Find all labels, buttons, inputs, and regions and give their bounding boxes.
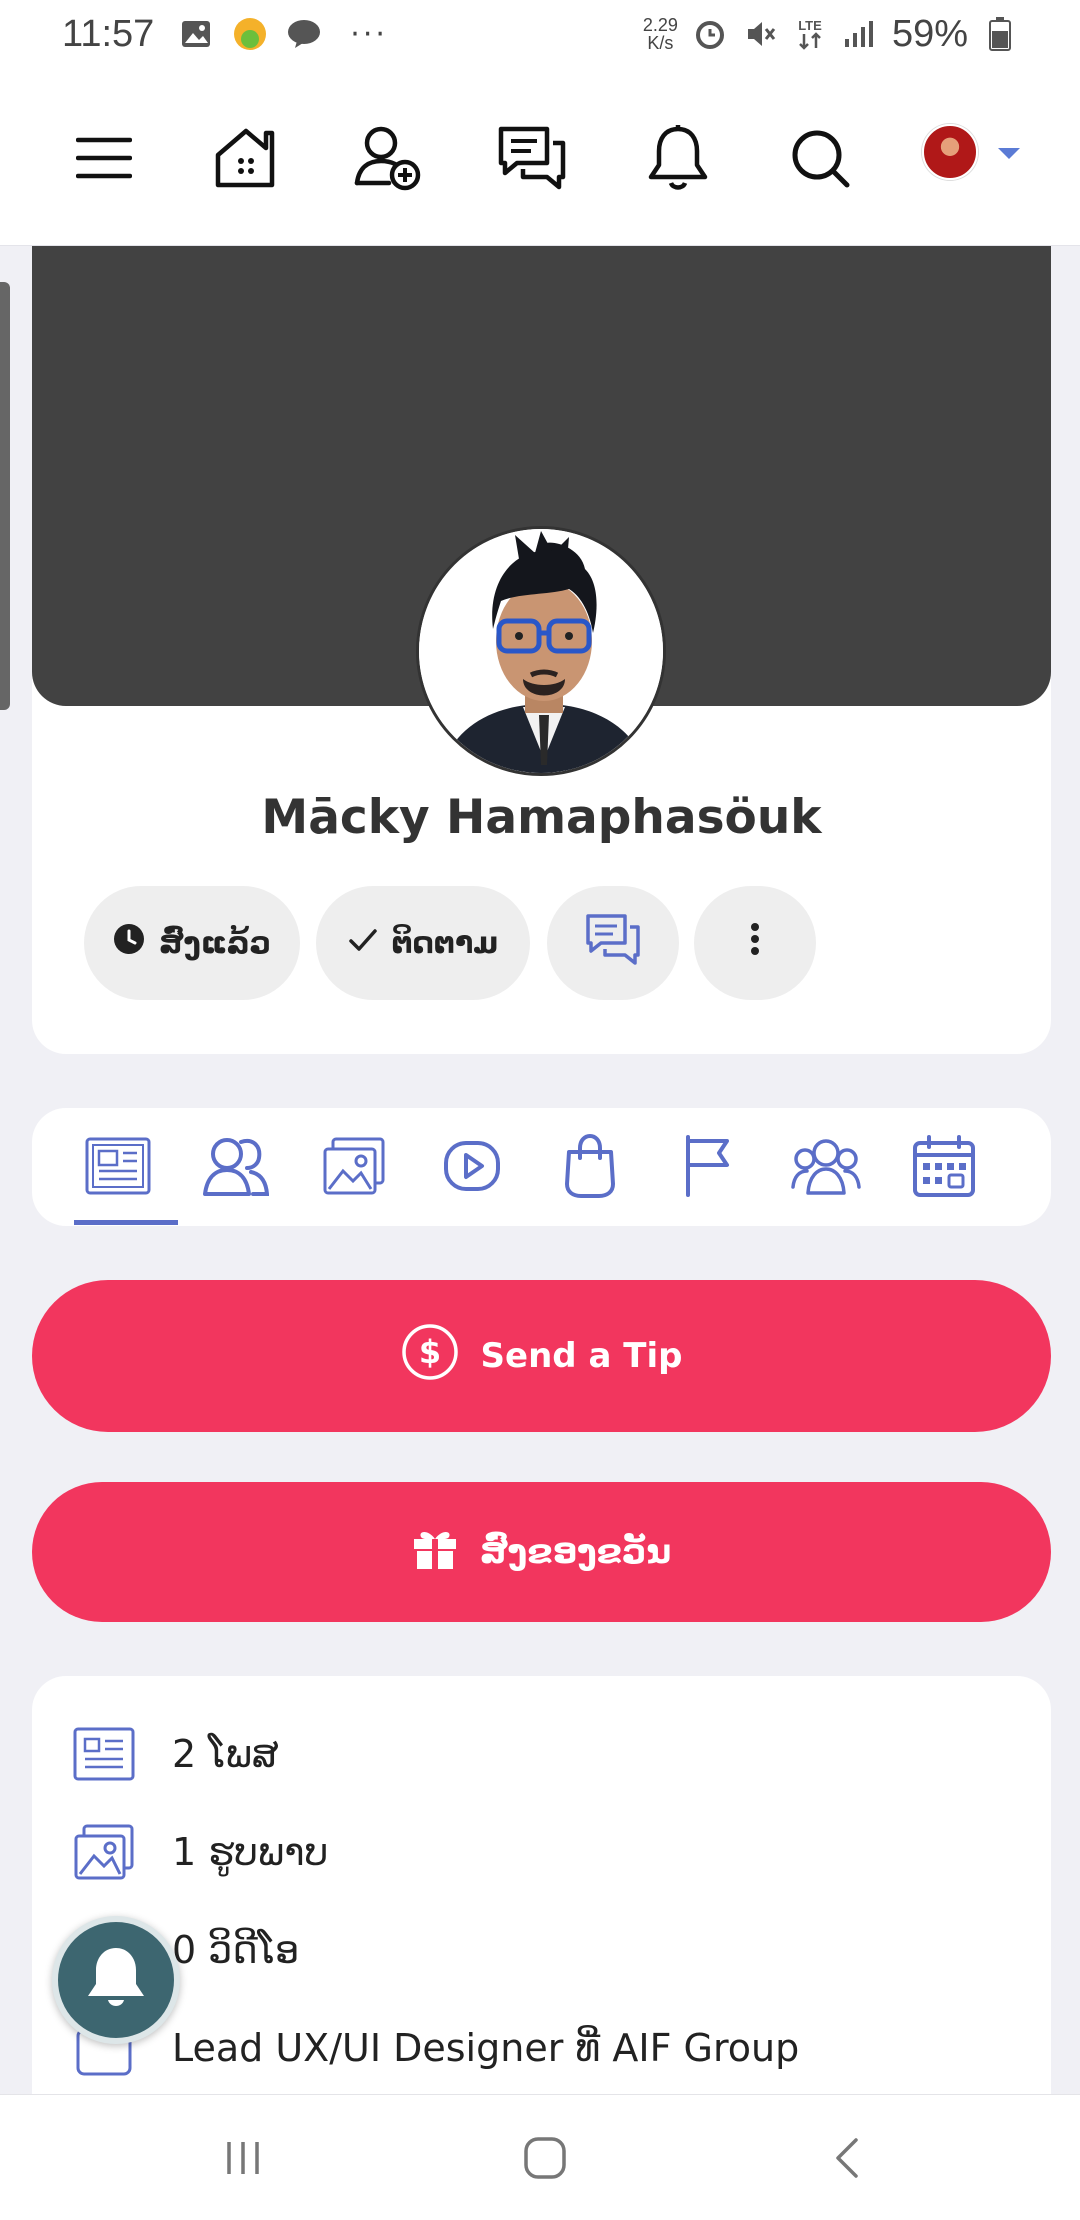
send-gift-button[interactable]: ສົ່ງຂອງຂວັນ: [32, 1482, 1051, 1622]
home-button-icon[interactable]: [510, 2123, 580, 2193]
shop-icon[interactable]: [554, 1130, 626, 1202]
active-tab-indicator: [74, 1220, 178, 1225]
follow-label: ຕິດຕາມ: [391, 925, 499, 961]
system-status: 2.29 K/s LTE 59%: [643, 13, 1018, 56]
job-row: Lead UX/UI Designer ທີ່ AIF Group: [72, 2016, 799, 2080]
bell-icon: [84, 1944, 148, 2016]
posts-count-row: 2 ໂພສ: [72, 1722, 279, 1786]
mute-icon: [742, 16, 778, 52]
events-icon[interactable]: [908, 1130, 980, 1202]
notification-icons: ···: [178, 16, 388, 52]
search-icon[interactable]: [782, 120, 858, 196]
message-button[interactable]: [547, 886, 679, 1000]
avatar[interactable]: [922, 124, 978, 180]
job-title: Lead UX/UI Designer ທີ່ AIF Group: [172, 2026, 800, 2070]
scroll-indicator[interactable]: [0, 282, 10, 710]
profile-avatar[interactable]: [416, 526, 666, 776]
status-bar: 11:57 ··· 2.29 K/s LTE 59%: [0, 0, 1080, 68]
more-notifications: ···: [350, 16, 388, 52]
recent-apps-icon[interactable]: [208, 2123, 278, 2193]
home-icon[interactable]: [208, 120, 284, 196]
top-navigation: [0, 68, 1080, 246]
signal-icon: [842, 16, 878, 52]
network-speed: 2.29 K/s: [642, 15, 678, 53]
sent-button[interactable]: ສົ່ງແລ້ວ: [84, 886, 300, 1000]
chat-icon: [585, 913, 641, 973]
follow-button[interactable]: ຕິດຕາມ: [316, 886, 530, 1000]
photos-icon[interactable]: [318, 1130, 390, 1202]
profile-card: Mācky Hamaphasöuk ສົ່ງແລ້ວ ຕິດຕາມ: [32, 246, 1051, 1054]
photos-count-row: 1 ຮູບພາບ: [72, 1820, 328, 1884]
send-gift-label: ສົ່ງຂອງຂວັນ: [479, 1532, 672, 1572]
send-tip-label: Send a Tip: [480, 1336, 683, 1376]
posts-icon: [72, 1722, 136, 1786]
sent-label: ສົ່ງແລ້ວ: [158, 925, 272, 961]
more-options-button[interactable]: [694, 886, 816, 1000]
posts-icon[interactable]: [82, 1130, 154, 1202]
add-friend-icon[interactable]: [350, 120, 426, 196]
videos-icon[interactable]: [436, 1130, 508, 1202]
more-vertical-icon: [750, 922, 760, 964]
photos-count: 1 ຮູບພາບ: [172, 1830, 329, 1874]
send-tip-button[interactable]: $ Send a Tip: [32, 1280, 1051, 1432]
lte-icon: LTE: [792, 16, 828, 52]
groups-icon[interactable]: [790, 1130, 862, 1202]
friends-icon[interactable]: [200, 1130, 272, 1202]
pages-icon[interactable]: [672, 1130, 744, 1202]
battery-icon: [982, 16, 1018, 52]
back-icon[interactable]: [812, 2123, 882, 2193]
notifications-icon[interactable]: [640, 120, 716, 196]
line-app-icon: [286, 16, 322, 52]
svg-text:$: $: [418, 1333, 440, 1371]
battery-percent: 59%: [891, 12, 968, 55]
yes-app-icon: [232, 16, 268, 52]
messages-icon[interactable]: [494, 120, 570, 196]
gallery-icon: [178, 16, 214, 52]
system-navigation-bar: [0, 2094, 1080, 2220]
about-card: 2 ໂພສ 1 ຮູບພາບ 0 ວິດີໂອ Lead UX/UI Desig…: [32, 1676, 1051, 2096]
svg-text:LTE: LTE: [798, 18, 822, 33]
menu-icon[interactable]: [66, 120, 142, 196]
clock-icon: [113, 923, 145, 963]
dollar-icon: $: [401, 1323, 459, 1390]
chevron-down-icon[interactable]: [998, 148, 1020, 159]
posts-count: 2 ໂພສ: [172, 1732, 279, 1776]
alarm-icon: [692, 16, 728, 52]
profile-name: Mācky Hamaphasöuk: [261, 790, 822, 845]
profile-tabs: [32, 1108, 1051, 1226]
check-icon: [348, 926, 378, 961]
floating-notification-button[interactable]: [52, 1916, 180, 2044]
gift-icon: [412, 1525, 458, 1580]
status-time: 11:57: [62, 12, 155, 55]
photos-icon: [72, 1820, 136, 1884]
videos-count: 0 ວິດີໂອ: [172, 1928, 300, 1972]
